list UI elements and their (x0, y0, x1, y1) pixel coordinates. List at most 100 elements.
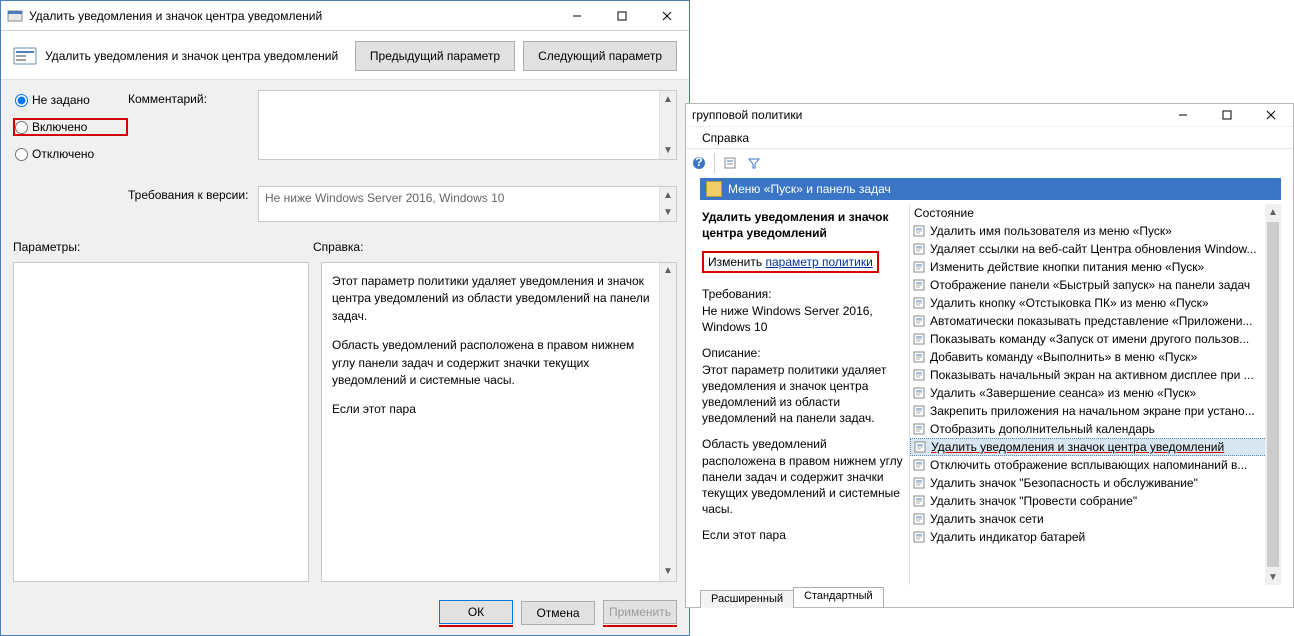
policy-item[interactable]: Отображение панели «Быстрый запуск» на п… (910, 276, 1267, 294)
comment-textarea[interactable]: ▲▼ (258, 90, 677, 160)
policy-item[interactable]: Удалить имя пользователя из меню «Пуск» (910, 222, 1267, 240)
ok-highlight: ОК (439, 600, 513, 627)
filter-icon[interactable] (743, 152, 765, 174)
policy-item-icon (913, 440, 927, 454)
policy-item-icon (912, 350, 926, 364)
list-scrollbar-v[interactable]: ▲ ▼ (1265, 204, 1281, 585)
requirements-box: Не ниже Windows Server 2016, Windows 10 … (258, 186, 677, 222)
ok-button[interactable]: ОК (439, 600, 513, 624)
policy-item-icon (912, 512, 926, 526)
policy-item-label: Удалить индикатор батарей (930, 530, 1085, 544)
policy-item[interactable]: Показывать команду «Запуск от имени друг… (910, 330, 1267, 348)
policy-item-label: Удаляет ссылки на веб-сайт Центра обновл… (930, 242, 1257, 256)
tab-extended[interactable]: Расширенный (700, 590, 794, 608)
policy-item[interactable]: Удалить значок сети (910, 510, 1267, 528)
policy-item[interactable]: Добавить команду «Выполнить» в меню «Пус… (910, 348, 1267, 366)
next-setting-button[interactable]: Следующий параметр (523, 41, 677, 71)
radio-disabled-input[interactable] (15, 148, 28, 161)
edit-policy-link[interactable]: параметр политики (765, 255, 872, 269)
desc-text-2: Область уведомлений расположена в правом… (702, 436, 903, 517)
gpedit-toolbar: ? (686, 148, 1293, 176)
properties-icon[interactable] (719, 152, 741, 174)
apply-button[interactable]: Применить (603, 600, 677, 624)
close-button[interactable] (1249, 104, 1293, 126)
scroll-up-icon[interactable]: ▲ (660, 263, 676, 280)
dialog-header: Удалить уведомления и значок центра увед… (1, 31, 689, 80)
policy-item-icon (912, 404, 926, 418)
help-box: Этот параметр политики удаляет уведомлен… (321, 262, 677, 582)
radio-enabled-input[interactable] (15, 121, 28, 134)
policy-item-icon (912, 260, 926, 274)
desc-heading: Описание: (702, 346, 903, 360)
policy-dialog: Удалить уведомления и значок центра увед… (0, 0, 690, 636)
dialog-title: Удалить уведомления и значок центра увед… (29, 9, 554, 23)
comment-label: Комментарий: (128, 90, 258, 172)
policy-item[interactable]: Удалить значок "Провести собрание" (910, 492, 1267, 510)
menu-help[interactable]: Справка (702, 131, 749, 145)
svg-text:?: ? (695, 156, 702, 169)
edit-link-highlight: Изменить параметр политики (702, 251, 879, 273)
minimize-button[interactable] (554, 1, 599, 31)
tree-node-selected[interactable]: Меню «Пуск» и панель задач (700, 178, 1281, 200)
help-para-3: Если этот пара (332, 401, 652, 418)
dialog-footer: ОК Отмена Применить (1, 591, 689, 635)
radio-enabled[interactable]: Включено (13, 118, 128, 136)
requirements-label: Требования к версии: (128, 186, 258, 222)
close-button[interactable] (644, 1, 689, 31)
scroll-up-icon[interactable]: ▲ (660, 91, 676, 108)
edit-link-prefix: Изменить (708, 255, 765, 269)
policy-item[interactable]: Удалить значок "Безопасность и обслужива… (910, 474, 1267, 492)
cancel-button[interactable]: Отмена (521, 601, 595, 625)
tab-standard[interactable]: Стандартный (793, 587, 884, 607)
policy-item[interactable]: Отключить отображение всплывающих напоми… (910, 456, 1267, 474)
policy-item-label: Показывать начальный экран на активном д… (930, 368, 1254, 382)
policy-item[interactable]: Удалить «Завершение сеанса» из меню «Пус… (910, 384, 1267, 402)
policy-item-icon (912, 458, 926, 472)
policy-item[interactable]: Удаляет ссылки на веб-сайт Центра обновл… (910, 240, 1267, 258)
help-label: Справка: (313, 240, 677, 254)
policy-list[interactable]: Удалить имя пользователя из меню «Пуск» У… (910, 222, 1281, 585)
column-state[interactable]: Состояние (910, 204, 1281, 222)
radio-not-configured-input[interactable] (15, 94, 28, 107)
policy-item-icon (912, 332, 926, 346)
policy-item-icon (912, 296, 926, 310)
scroll-up-icon[interactable]: ▲ (1265, 204, 1281, 220)
policy-item-label: Отключить отображение всплывающих напоми… (930, 458, 1247, 472)
policy-item[interactable]: Автоматически показывать представление «… (910, 312, 1267, 330)
policy-item-label: Изменить действие кнопки питания меню «П… (930, 260, 1204, 274)
scroll-down-icon[interactable]: ▼ (660, 564, 676, 581)
scroll-thumb[interactable] (1267, 222, 1279, 567)
policy-item-label: Автоматически показывать представление «… (930, 314, 1252, 328)
scroll-up-icon[interactable]: ▲ (660, 187, 676, 204)
policy-item[interactable]: Отобразить дополнительный календарь (910, 420, 1267, 438)
policy-list-pane: Состояние Удалить имя пользователя из ме… (910, 204, 1281, 585)
help-scrollbar[interactable]: ▲▼ (659, 263, 676, 581)
policy-item-label: Удалить значок сети (930, 512, 1044, 526)
policy-item[interactable]: Показывать начальный экран на активном д… (910, 366, 1267, 384)
policy-item-icon (912, 224, 926, 238)
scroll-down-icon[interactable]: ▼ (660, 204, 676, 221)
policy-item[interactable]: Закрепить приложения на начальном экране… (910, 402, 1267, 420)
help-icon[interactable]: ? (688, 152, 710, 174)
req-scrollbar[interactable]: ▲▼ (659, 187, 676, 221)
radio-disabled[interactable]: Отключено (13, 146, 128, 162)
previous-setting-button[interactable]: Предыдущий параметр (355, 41, 515, 71)
comment-scrollbar[interactable]: ▲▼ (659, 91, 676, 159)
maximize-button[interactable] (1205, 104, 1249, 126)
policy-item[interactable]: Изменить действие кнопки питания меню «П… (910, 258, 1267, 276)
policy-item-icon (912, 494, 926, 508)
scroll-down-icon[interactable]: ▼ (660, 142, 676, 159)
policy-item-label: Добавить команду «Выполнить» в меню «Пус… (930, 350, 1197, 364)
dialog-icon (7, 8, 23, 24)
policy-item[interactable]: Удалить кнопку «Отстыковка ПК» из меню «… (910, 294, 1267, 312)
maximize-button[interactable] (599, 1, 644, 31)
gpedit-menubar: Справка (686, 126, 1293, 148)
view-tabs: Расширенный Стандартный (700, 585, 883, 607)
policy-item-icon (912, 314, 926, 328)
policy-item[interactable]: Удалить индикатор батарей (910, 528, 1267, 546)
minimize-button[interactable] (1161, 104, 1205, 126)
policy-item[interactable]: Удалить уведомления и значок центра увед… (910, 438, 1267, 456)
scroll-down-icon[interactable]: ▼ (1265, 569, 1281, 585)
policy-item-label: Отображение панели «Быстрый запуск» на п… (930, 278, 1250, 292)
radio-not-configured[interactable]: Не задано (13, 92, 128, 108)
